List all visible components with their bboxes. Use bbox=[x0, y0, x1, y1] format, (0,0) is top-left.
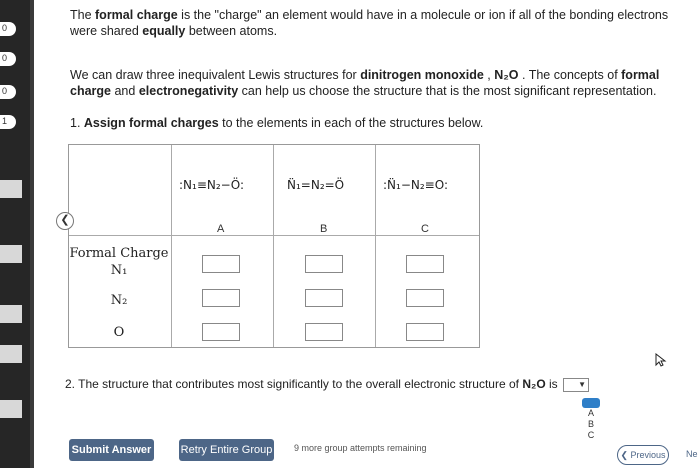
charge-input-a-n2[interactable] bbox=[202, 289, 240, 307]
table-divider bbox=[69, 235, 479, 236]
question-page: ❮ The formal charge is the "charge" an e… bbox=[34, 0, 700, 468]
table-header: Formal Charge bbox=[69, 246, 169, 261]
charge-input-b-o[interactable] bbox=[305, 323, 343, 341]
question-2: 2. The structure that contributes most s… bbox=[65, 377, 590, 392]
rail-bar bbox=[0, 245, 22, 263]
formal-charge-table: :N₁≡N₂−Ö: N̈₁=N₂=Ö :N̈₁−N₂≡O: A B C Form… bbox=[68, 144, 480, 348]
rail-bar bbox=[0, 180, 22, 198]
retry-group-button[interactable]: Retry Entire Group bbox=[179, 439, 274, 461]
rail-tab[interactable]: 1 bbox=[0, 115, 16, 129]
structure-b-label: B bbox=[320, 223, 328, 235]
dropdown-options: A B C bbox=[582, 398, 600, 441]
row-label-n1: N₁ bbox=[110, 263, 128, 278]
rail-bar bbox=[0, 400, 22, 418]
collapse-chevron-icon[interactable]: ❮ bbox=[56, 212, 74, 230]
charge-input-b-n1[interactable] bbox=[305, 255, 343, 273]
charge-input-c-o[interactable] bbox=[406, 323, 444, 341]
left-rail: 0 0 0 1 bbox=[0, 0, 30, 468]
structure-c-formula: :N̈₁−N₂≡O: bbox=[383, 178, 449, 192]
table-divider bbox=[171, 145, 172, 347]
rail-tab[interactable]: 0 bbox=[0, 22, 16, 36]
attempts-remaining: 9 more group attempts remaining bbox=[294, 443, 427, 453]
option-b[interactable]: B bbox=[582, 419, 600, 430]
charge-input-b-n2[interactable] bbox=[305, 289, 343, 307]
question-1: 1. Assign formal charges to the elements… bbox=[70, 116, 484, 130]
structure-b-formula: N̈₁=N₂=Ö bbox=[287, 178, 345, 192]
rail-tab[interactable]: 0 bbox=[0, 52, 16, 66]
option-c[interactable]: C bbox=[582, 430, 600, 441]
cursor-icon bbox=[655, 353, 667, 367]
row-label-o: O bbox=[113, 325, 125, 340]
structure-a-formula: :N₁≡N₂−Ö: bbox=[179, 178, 245, 192]
dropdown-highlight bbox=[582, 398, 600, 408]
chevron-down-icon: ▼ bbox=[578, 379, 587, 389]
next-button[interactable]: Ne bbox=[686, 449, 698, 459]
previous-label: Previous bbox=[630, 450, 666, 460]
rail-bar bbox=[0, 305, 22, 323]
table-divider bbox=[375, 145, 376, 347]
charge-input-c-n1[interactable] bbox=[406, 255, 444, 273]
rail-tab[interactable]: 0 bbox=[0, 85, 16, 99]
charge-input-c-n2[interactable] bbox=[406, 289, 444, 307]
structure-dropdown[interactable]: ▼ bbox=[563, 377, 590, 392]
structure-a-label: A bbox=[217, 223, 225, 235]
row-label-n2: N₂ bbox=[110, 293, 128, 308]
table-divider bbox=[273, 145, 274, 347]
intro-paragraph-2: We can draw three inequivalent Lewis str… bbox=[70, 68, 660, 98]
charge-input-a-n1[interactable] bbox=[202, 255, 240, 273]
structure-c-label: C bbox=[421, 223, 429, 235]
submit-answer-button[interactable]: Submit Answer bbox=[69, 439, 154, 461]
option-a[interactable]: A bbox=[582, 408, 600, 419]
intro-paragraph-1: The formal charge is the "charge" an ele… bbox=[70, 8, 669, 38]
previous-button[interactable]: ❮ Previous bbox=[617, 445, 669, 465]
charge-input-a-o[interactable] bbox=[202, 323, 240, 341]
rail-bar bbox=[0, 345, 22, 363]
